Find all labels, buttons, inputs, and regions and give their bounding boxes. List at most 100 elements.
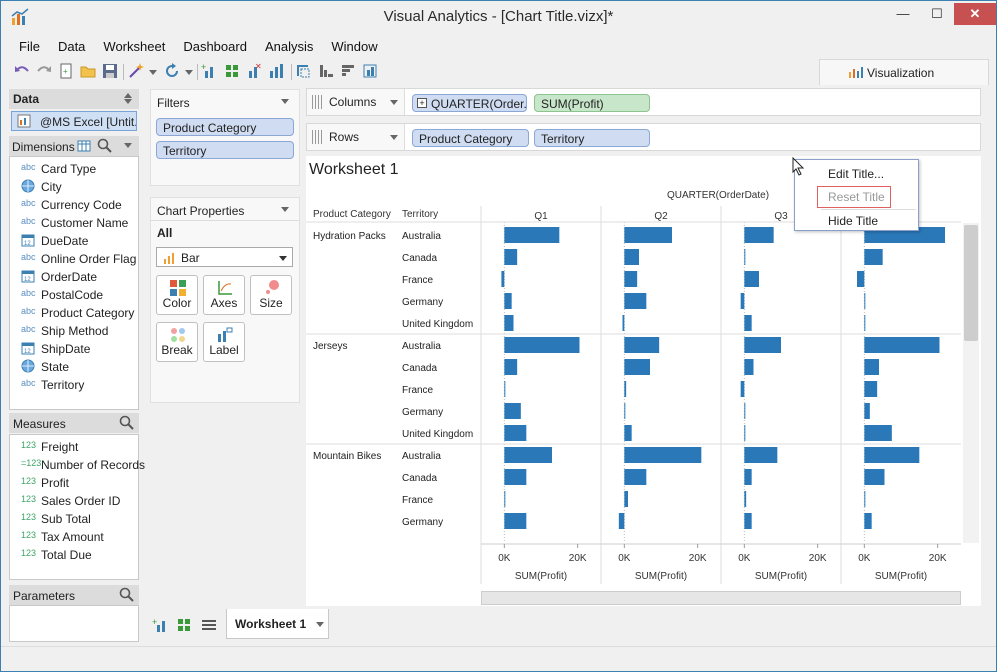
add-dashboard-icon[interactable]	[223, 62, 241, 80]
bar	[864, 469, 885, 485]
data-source-item[interactable]: @MS Excel [Untit...	[11, 111, 137, 131]
bar	[504, 249, 518, 265]
dimension-field[interactable]: abc Product Category	[10, 304, 138, 322]
bar	[864, 293, 866, 309]
minimize-button[interactable]: —	[886, 3, 920, 25]
bar-chart-icon[interactable]	[267, 62, 285, 80]
dimensions-title: Dimensions	[12, 140, 75, 154]
dimension-field[interactable]: State	[10, 358, 138, 376]
measure-field[interactable]: 123 Tax Amount	[10, 528, 138, 546]
dimension-field[interactable]: abc Customer Name	[10, 214, 138, 232]
dimension-field[interactable]: 12 ShipDate	[10, 340, 138, 358]
add-worksheet-icon[interactable]: +	[152, 617, 168, 633]
measure-field[interactable]: =123 Number of Records	[10, 456, 145, 474]
chevron-down-icon[interactable]	[281, 207, 289, 212]
measure-field[interactable]: 123 Profit	[10, 474, 138, 492]
chevron-down-icon[interactable]	[124, 143, 132, 148]
dimension-field[interactable]: abc Currency Code	[10, 196, 138, 214]
swap-axes-icon[interactable]	[295, 62, 313, 80]
chevron-up-icon[interactable]	[124, 93, 132, 98]
measure-field[interactable]: 123 Sales Order ID	[10, 492, 138, 510]
row-pill-territory[interactable]: Territory	[534, 129, 650, 147]
new-file-icon[interactable]: +	[57, 62, 75, 80]
close-button[interactable]: ✕	[954, 3, 996, 25]
filter-pill-territory[interactable]: Territory	[156, 141, 294, 159]
chevron-down-icon[interactable]	[281, 99, 289, 104]
territory-label: Australia	[402, 451, 441, 462]
axes-button[interactable]: Axes	[203, 275, 245, 315]
dimension-field[interactable]: abc Online Order Flag	[10, 250, 138, 268]
menu-dashboard[interactable]: Dashboard	[173, 37, 255, 57]
measure-field-label: Freight	[41, 440, 79, 454]
undo-icon[interactable]	[13, 62, 31, 80]
menu-analysis[interactable]: Analysis	[255, 37, 321, 57]
column-pill-quarter[interactable]: + QUARTER(Order...	[412, 94, 527, 112]
dimension-field[interactable]: abc PostalCode	[10, 286, 138, 304]
clear-sheet-icon[interactable]: ✕	[245, 62, 263, 80]
search-icon[interactable]	[119, 415, 135, 431]
text-type-icon: abc	[21, 288, 36, 298]
tab-visualization[interactable]: Visualization	[819, 59, 989, 85]
refresh-icon[interactable]	[163, 62, 181, 80]
numeric-type-icon: 123	[21, 476, 37, 486]
vertical-scrollbar-thumb[interactable]	[964, 225, 978, 341]
dimension-field[interactable]: 12 DueDate	[10, 232, 138, 250]
search-icon[interactable]	[97, 138, 113, 154]
break-button[interactable]: Break	[156, 322, 198, 362]
axes-icon	[218, 281, 232, 295]
measure-field[interactable]: 123 Sub Total	[10, 510, 138, 528]
color-button[interactable]: Color	[156, 275, 198, 315]
tab-worksheet-1[interactable]: Worksheet 1	[226, 609, 329, 639]
add-dashboard-icon[interactable]	[176, 617, 192, 633]
measure-field[interactable]: 123 Freight	[10, 438, 138, 456]
menu-file[interactable]: File	[9, 37, 48, 57]
dimension-field[interactable]: City	[10, 178, 138, 196]
columns-shelf[interactable]: Columns + QUARTER(Order... SUM(Profit)	[306, 88, 981, 116]
tab-worksheet-1-label: Worksheet 1	[235, 617, 307, 631]
chart-type-select[interactable]: Bar	[156, 247, 293, 267]
bar	[624, 337, 660, 353]
dimension-field[interactable]: 12 OrderDate	[10, 268, 138, 286]
dimension-field[interactable]: abc Card Type	[10, 160, 138, 178]
list-icon[interactable]	[201, 618, 217, 632]
dimension-field[interactable]: abc Territory	[10, 376, 138, 394]
menu-hide-title[interactable]: Hide Title	[795, 210, 918, 230]
menu-window[interactable]: Window	[321, 37, 385, 57]
maximize-button[interactable]: ☐	[922, 3, 952, 25]
chevron-down-icon[interactable]	[390, 135, 398, 140]
table-view-icon[interactable]	[77, 139, 91, 153]
menu-data[interactable]: Data	[48, 37, 93, 57]
bar	[624, 403, 626, 419]
app-window: Visual Analytics - [Chart Title.vizx]* —…	[0, 0, 997, 672]
sort-descending-icon[interactable]	[339, 62, 357, 80]
show-labels-icon[interactable]	[361, 62, 379, 80]
row-pill-product-category[interactable]: Product Category	[412, 129, 529, 147]
save-icon[interactable]	[101, 62, 119, 80]
dimension-field-label: ShipDate	[41, 342, 91, 356]
dimension-field[interactable]: abc Ship Method	[10, 322, 138, 340]
horizontal-scrollbar[interactable]	[481, 591, 961, 605]
size-button[interactable]: Size	[250, 275, 292, 315]
menu-worksheet[interactable]: Worksheet	[93, 37, 173, 57]
filter-pill-product-category[interactable]: Product Category	[156, 118, 294, 136]
label-button[interactable]: Label	[203, 322, 245, 362]
column-pill-sum-profit[interactable]: SUM(Profit)	[534, 94, 650, 112]
chevron-down-icon[interactable]	[124, 99, 132, 104]
search-icon[interactable]	[119, 587, 135, 603]
redo-icon[interactable]	[35, 62, 53, 80]
chevron-down-icon[interactable]	[390, 100, 398, 105]
chevron-down-icon[interactable]	[185, 70, 193, 75]
open-folder-icon[interactable]	[79, 62, 97, 80]
vertical-scrollbar[interactable]	[963, 223, 979, 543]
chevron-down-icon[interactable]	[316, 622, 324, 627]
filters-panel: Filters Product Category Territory	[150, 89, 300, 186]
rows-shelf[interactable]: Rows Product Category Territory	[306, 123, 981, 151]
magic-wand-icon[interactable]	[127, 62, 145, 80]
add-worksheet-icon[interactable]: +	[201, 62, 219, 80]
measure-field[interactable]: 123 Total Due	[10, 546, 138, 564]
sort-ascending-icon[interactable]	[317, 62, 335, 80]
chevron-down-icon[interactable]	[149, 70, 157, 75]
menu-edit-title[interactable]: Edit Title...	[795, 163, 918, 183]
data-panel-header: Data	[9, 89, 139, 109]
expand-icon[interactable]: +	[417, 98, 427, 108]
